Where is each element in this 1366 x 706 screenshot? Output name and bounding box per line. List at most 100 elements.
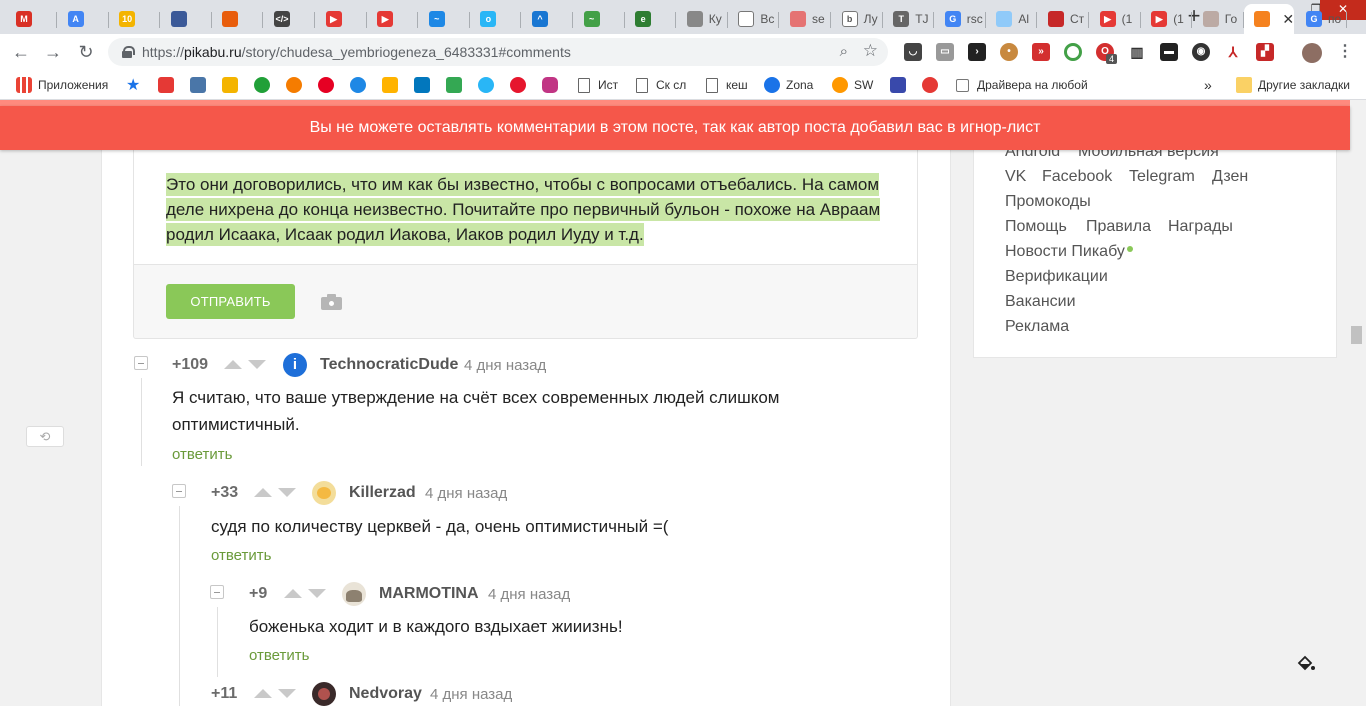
bookmark-tag[interactable] (414, 76, 436, 94)
bookmark-instagram[interactable] (542, 76, 564, 94)
scrollbar-thumb[interactable] (1351, 326, 1362, 344)
bookmark-image[interactable] (382, 76, 404, 94)
comment-time[interactable]: 4 дня назад (488, 586, 570, 603)
link-facebook[interactable]: Facebook (1042, 168, 1112, 186)
extension-icon[interactable]: ▭ (936, 43, 954, 61)
link-awards[interactable]: Награды (1168, 218, 1233, 236)
other-bookmarks[interactable]: Другие закладки (1236, 76, 1350, 94)
extension-arrow-icon[interactable]: › (968, 43, 986, 61)
bookmark-pinterest[interactable] (318, 76, 340, 94)
apps-shortcut[interactable]: Приложения (16, 76, 108, 94)
scrollbar-track[interactable] (1350, 100, 1366, 706)
browser-tab[interactable]: ▶ (1 (1141, 4, 1193, 34)
pocket-icon[interactable]: ◡ (904, 43, 922, 61)
comment-time[interactable]: 4 дня назад (464, 357, 546, 374)
link-telegram[interactable]: Telegram (1129, 168, 1195, 186)
link-help[interactable]: Помощь (1005, 218, 1067, 236)
browser-tab[interactable]: M (6, 4, 57, 34)
browser-tab[interactable]: se (780, 4, 831, 34)
browser-tab[interactable]: e (625, 4, 677, 34)
browser-tab[interactable]: ▶ (367, 4, 419, 34)
paint-bucket-icon[interactable] (1296, 654, 1316, 674)
browser-tab[interactable]: A (58, 4, 109, 34)
browser-tab[interactable]: ^ (522, 4, 573, 34)
game-icon[interactable]: ▬ (1160, 43, 1178, 61)
bookmark-orange[interactable] (286, 76, 308, 94)
browser-tab[interactable]: Вс (728, 4, 780, 34)
browser-tab[interactable]: Al (986, 4, 1038, 34)
browser-tab[interactable]: Ку (677, 4, 728, 34)
upvote-icon[interactable] (254, 488, 272, 497)
stats-icon[interactable]: ▥ (1128, 43, 1146, 61)
reply-link[interactable]: ответить (211, 547, 271, 564)
tab-close-icon[interactable]: ✕ (1282, 11, 1294, 28)
bookmark-ok[interactable] (222, 76, 244, 94)
send-button[interactable]: ОТПРАВИТЬ (166, 284, 295, 319)
bookmark-youtube[interactable] (158, 76, 180, 94)
link-promo[interactable]: Промокоды (1005, 193, 1091, 211)
bookmark-person[interactable] (890, 76, 912, 94)
comment-username[interactable]: TechnocraticDude (320, 356, 458, 374)
avatar[interactable] (342, 582, 366, 606)
collapse-toggle[interactable] (210, 585, 224, 599)
browser-tab[interactable]: Ст (1038, 4, 1089, 34)
reply-link[interactable]: ответить (172, 446, 232, 463)
bookmark-3[interactable]: Zona (764, 76, 813, 94)
bookmark-1[interactable]: Ск сл (636, 76, 686, 94)
downvote-icon[interactable] (278, 488, 296, 497)
bookmark-2[interactable]: кеш (706, 76, 748, 94)
back-button[interactable]: ← (9, 40, 33, 64)
bookmarks-more[interactable]: » (1204, 76, 1212, 94)
downvote-icon[interactable] (308, 589, 326, 598)
bookmark-4[interactable]: SW (832, 76, 873, 94)
browser-tab[interactable]: </> (264, 4, 315, 34)
link-vacancies[interactable]: Вакансии (1005, 293, 1076, 311)
link-vk[interactable]: VK (1005, 168, 1026, 186)
cookie-icon[interactable]: • (1000, 43, 1018, 61)
bookmark-z[interactable] (922, 76, 944, 94)
red-extension-icon[interactable]: ▞ (1256, 43, 1274, 61)
browser-tab[interactable]: 10 (109, 4, 161, 34)
reply-link[interactable]: ответить (249, 647, 309, 664)
green-circle-icon[interactable] (1064, 43, 1082, 61)
eye-icon[interactable]: ◉ (1192, 43, 1210, 61)
link-dzen[interactable]: Дзен (1212, 168, 1248, 186)
browser-tab[interactable]: Grsc (935, 4, 986, 34)
comment-textarea[interactable]: Это они договорились, что им как бы изве… (134, 145, 917, 265)
browser-tab[interactable]: o (470, 4, 522, 34)
collapse-toggle[interactable] (172, 484, 186, 498)
bookmark-plane[interactable] (478, 76, 500, 94)
browser-tab[interactable]: Gпо (1296, 4, 1347, 34)
bookmark-weibo[interactable] (510, 76, 532, 94)
pdf-icon[interactable]: ⅄ (1224, 43, 1242, 61)
downvote-icon[interactable] (248, 360, 266, 369)
link-ads[interactable]: Реклама (1005, 318, 1069, 336)
collapse-toggle[interactable] (134, 356, 148, 370)
bookmark-star[interactable]: ★ (126, 76, 140, 94)
avatar[interactable] (312, 682, 336, 706)
browser-tab[interactable]: ~ (574, 4, 625, 34)
comment-username[interactable]: Killerzad (349, 484, 416, 502)
browser-tab[interactable]: T TJ (883, 4, 935, 34)
avatar[interactable]: i (283, 353, 307, 377)
link-news[interactable]: Новости Пикабу (1005, 243, 1133, 261)
menu-dots-icon[interactable]: ⋮ (1336, 43, 1354, 61)
downvote-icon[interactable] (278, 689, 296, 698)
forward-button[interactable]: → (41, 40, 65, 64)
link-verification[interactable]: Верификации (1005, 268, 1108, 286)
profile-avatar[interactable] (1302, 43, 1322, 63)
upvote-icon[interactable] (254, 689, 272, 698)
bookmark-maps[interactable] (446, 76, 468, 94)
browser-tab[interactable] (161, 4, 212, 34)
browser-tab[interactable]: b Лу (832, 4, 883, 34)
reload-button[interactable]: ↻ (74, 40, 98, 64)
link-rules[interactable]: Правила (1086, 218, 1151, 236)
bookmark-5[interactable]: Драйвера на любой (956, 76, 1088, 94)
browser-tab[interactable]: Го (1193, 4, 1244, 34)
comment-time[interactable]: 4 дня назад (430, 686, 512, 703)
media-icon[interactable]: » (1032, 43, 1050, 61)
address-bar[interactable]: https://pikabu.ru/story/chudesa_yembriog… (108, 38, 888, 66)
bookmark-drop[interactable] (350, 76, 372, 94)
refresh-icon[interactable]: ⟲ (26, 426, 64, 447)
bookmark-sber[interactable] (254, 76, 276, 94)
